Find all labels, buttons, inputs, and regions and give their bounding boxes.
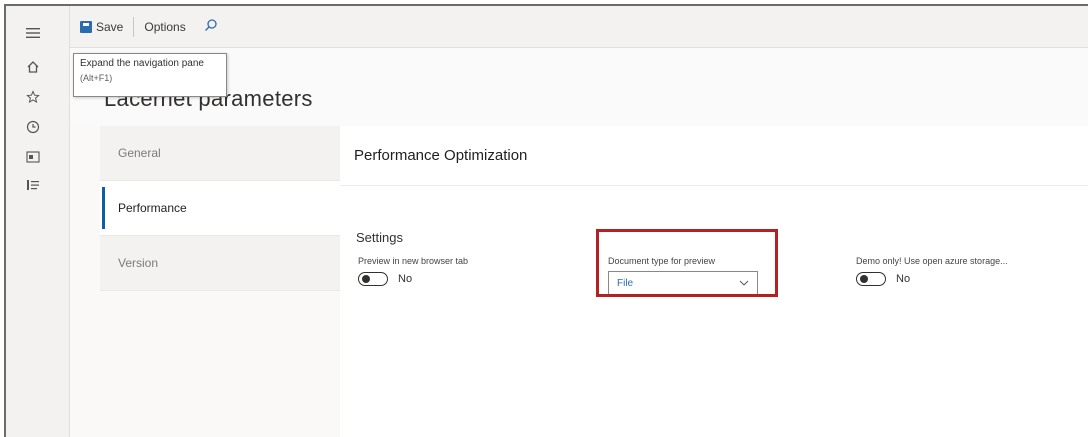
- toggle-knob: [362, 275, 370, 283]
- save-button[interactable]: Save: [70, 6, 133, 47]
- hamburger-icon[interactable]: [20, 20, 46, 46]
- tab-label: Version: [118, 256, 159, 270]
- tab-general[interactable]: General: [100, 126, 370, 181]
- list-icon[interactable]: [20, 172, 46, 198]
- tooltip-text: Expand the navigation pane: [80, 58, 204, 69]
- demo-storage-toggle[interactable]: No: [856, 272, 1008, 286]
- search-icon[interactable]: [196, 18, 218, 35]
- toggle-switch[interactable]: [856, 272, 886, 286]
- clock-icon[interactable]: [20, 114, 46, 140]
- section-title: Settings: [356, 230, 403, 245]
- nav-rail: [6, 6, 70, 437]
- vertical-tab-nav: General Performance Version: [100, 126, 370, 291]
- panel-header: Performance Optimization: [340, 126, 1088, 186]
- details-panel: Performance Optimization Settings Previe…: [340, 126, 1088, 437]
- star-icon[interactable]: [20, 84, 46, 110]
- chevron-down-icon: [739, 277, 749, 289]
- tooltip-shortcut: (Alt+F1): [80, 73, 113, 83]
- preview-new-tab-toggle[interactable]: No: [358, 272, 468, 286]
- tab-performance[interactable]: Performance: [100, 181, 370, 236]
- demo-storage-field: Demo only! Use open azure storage... No: [856, 256, 1008, 286]
- workspace-icon[interactable]: [20, 144, 46, 170]
- field-label: Document type for preview: [608, 256, 716, 266]
- save-icon: [80, 20, 92, 33]
- options-label: Options: [144, 19, 186, 34]
- select-value: File: [617, 277, 634, 289]
- tab-version[interactable]: Version: [100, 236, 370, 291]
- field-label: Demo only! Use open azure storage...: [856, 256, 1008, 266]
- tooltip: Expand the navigation pane (Alt+F1): [73, 53, 227, 97]
- document-type-select[interactable]: File: [608, 271, 758, 295]
- toggle-switch[interactable]: [358, 272, 388, 286]
- tab-label: Performance: [118, 201, 187, 215]
- options-button[interactable]: Options: [134, 6, 195, 47]
- save-label: Save: [96, 19, 124, 34]
- home-icon[interactable]: [20, 54, 46, 80]
- field-label: Preview in new browser tab: [358, 256, 469, 266]
- tab-label: General: [118, 146, 161, 160]
- toggle-knob: [860, 275, 868, 283]
- preview-new-tab-field: Preview in new browser tab No: [358, 256, 468, 286]
- toggle-value: No: [896, 273, 911, 285]
- content-area: General Performance Version Performance …: [70, 126, 1088, 437]
- toggle-value: No: [398, 273, 413, 285]
- action-toolbar: Save Options: [70, 6, 1088, 48]
- document-type-field: Document type for preview File: [608, 256, 758, 295]
